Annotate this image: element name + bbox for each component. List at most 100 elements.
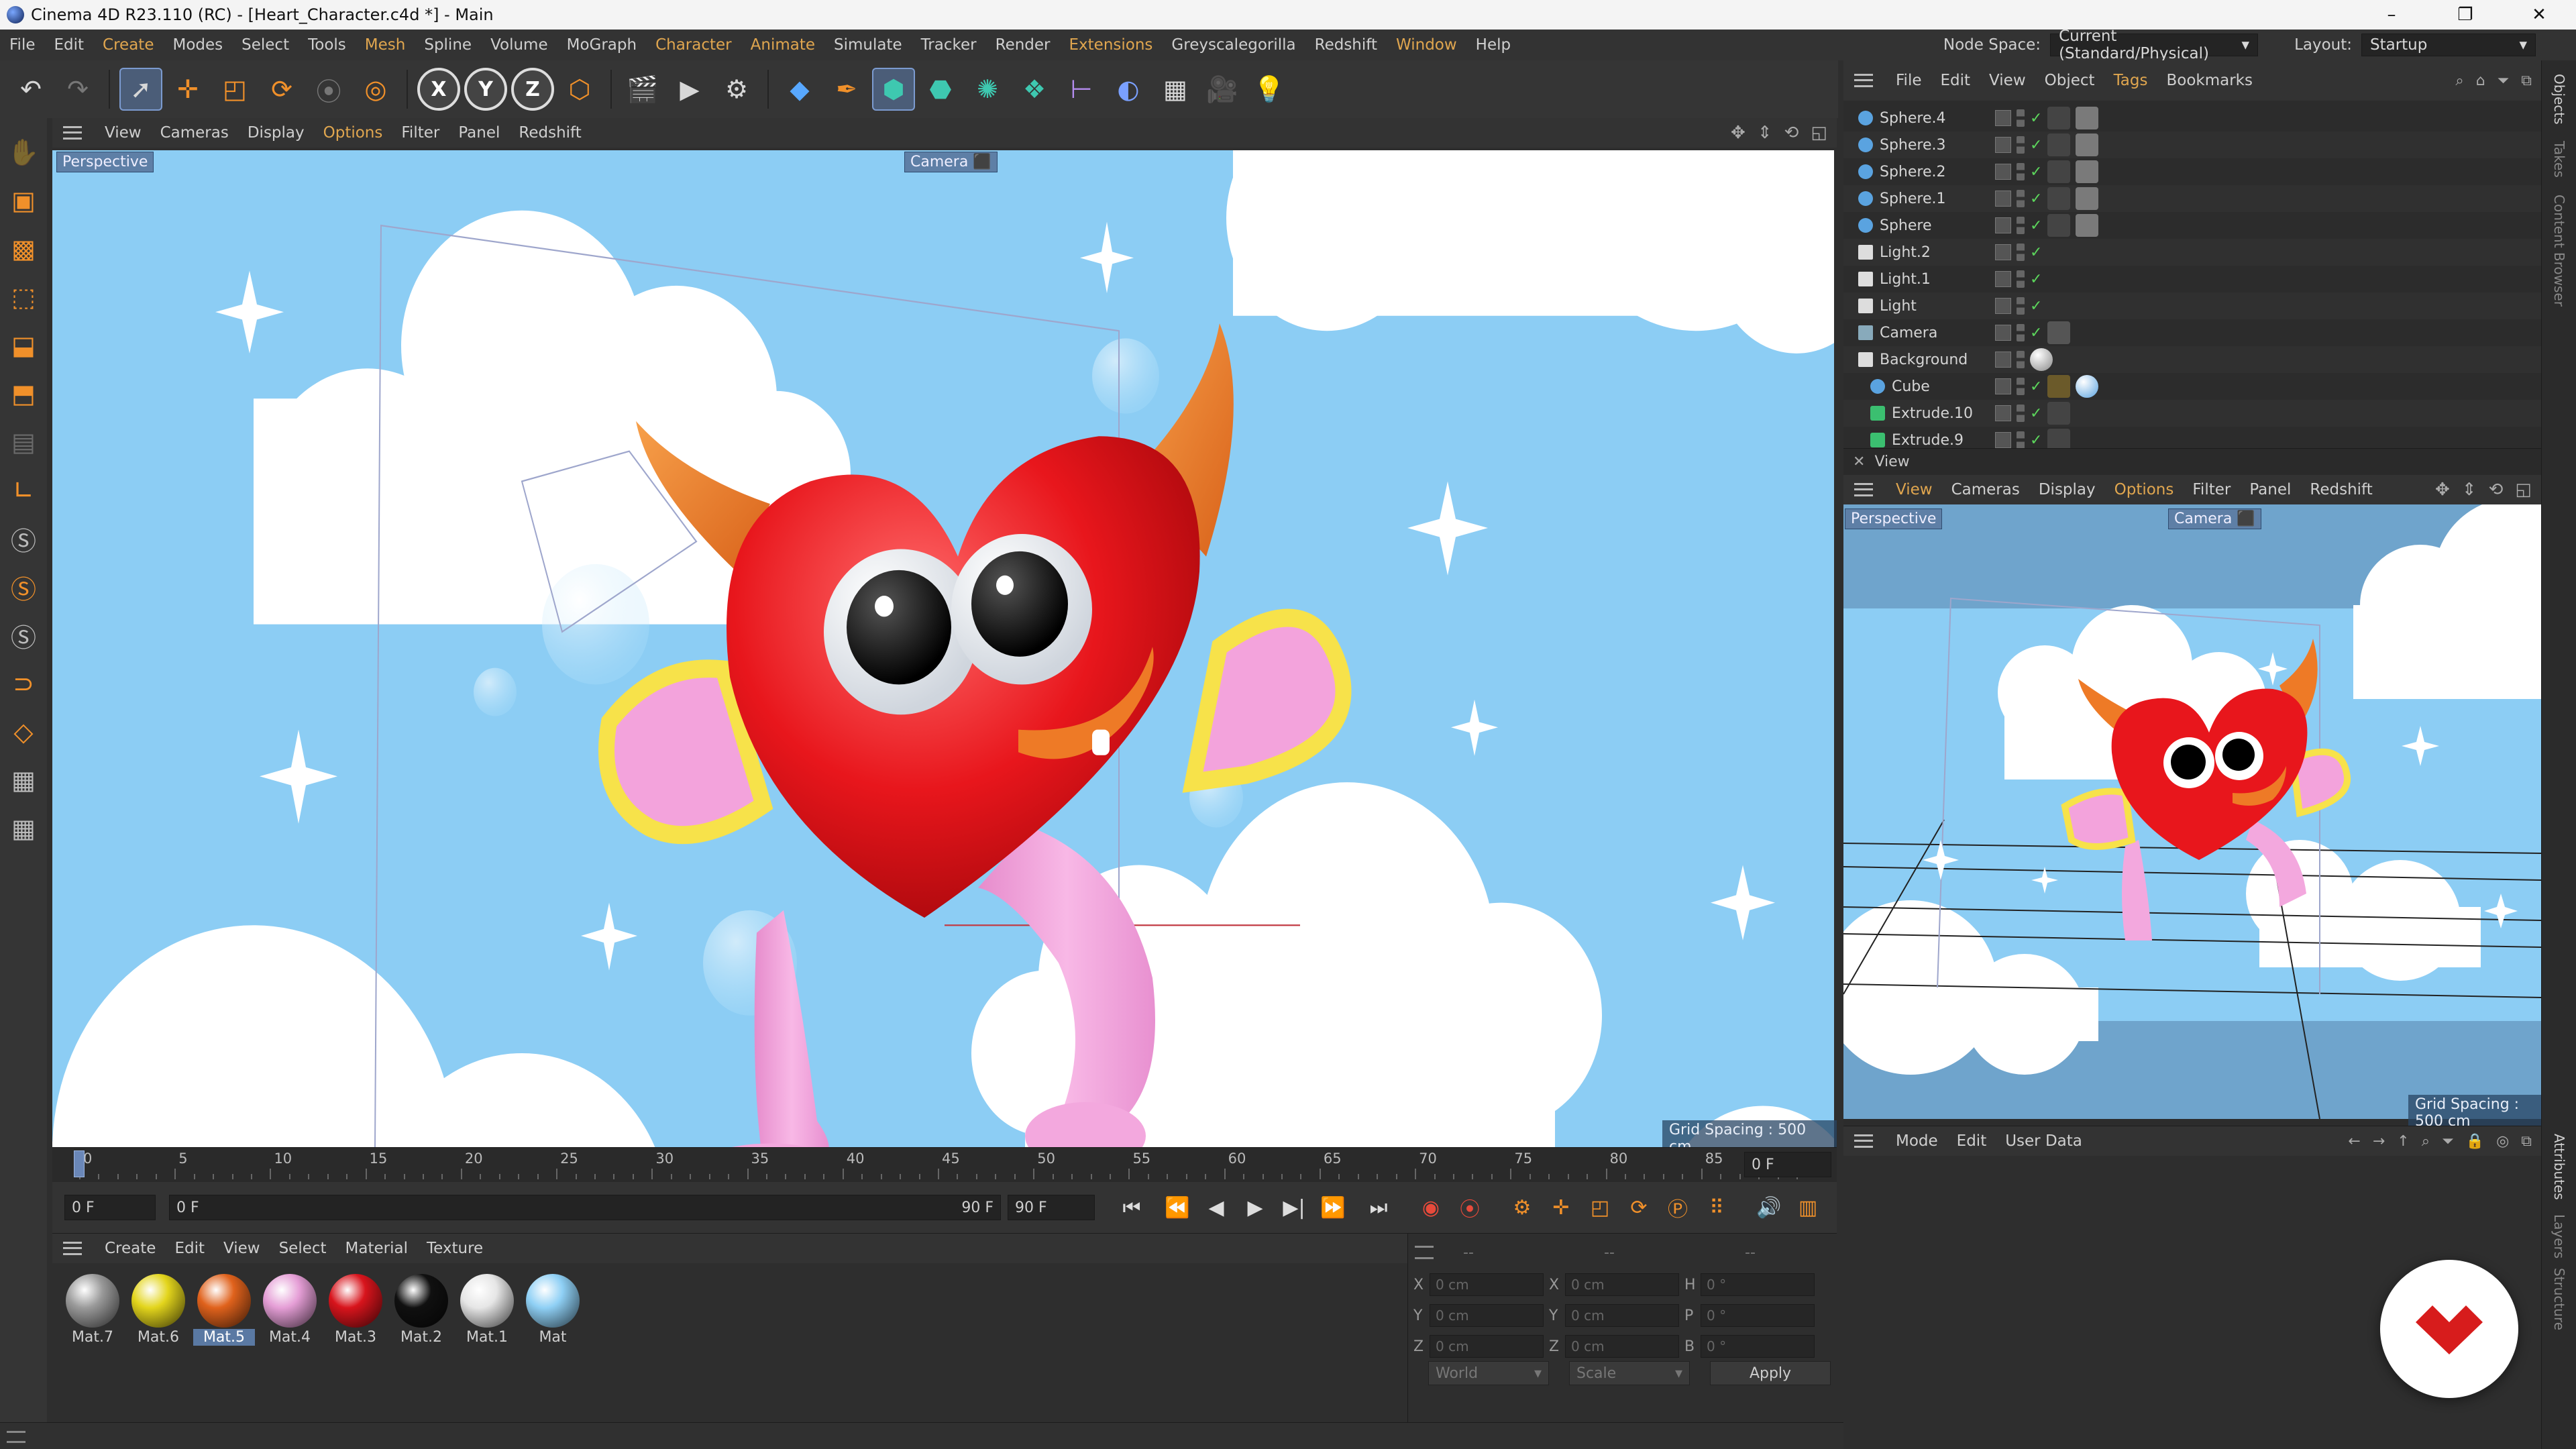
- pen-spline-icon[interactable]: ✒: [825, 68, 868, 111]
- menu-extensions[interactable]: Extensions: [1060, 36, 1163, 54]
- object-menu-edit[interactable]: Edit: [1931, 72, 1980, 89]
- material-mat-5[interactable]: Mat.5: [193, 1271, 255, 1346]
- visibility-dots-icon[interactable]: [2017, 109, 2025, 127]
- menu-tools[interactable]: Tools: [299, 36, 356, 54]
- layout-dropdown[interactable]: Startup ▾: [2361, 34, 2536, 56]
- attribute-menu-edit[interactable]: Edit: [1947, 1132, 1996, 1150]
- locked-workplane-icon[interactable]: ▦: [4, 759, 43, 801]
- search-icon[interactable]: ⌕: [2455, 72, 2463, 89]
- main-viewport[interactable]: View Cameras Display Options Filter Panel Reds…: [52, 118, 1837, 1264]
- viewport-menu-display[interactable]: Display: [238, 124, 314, 142]
- sound-icon[interactable]: 🔊: [1752, 1191, 1786, 1224]
- view-panel-menu-redshift[interactable]: Redshift: [2300, 481, 2381, 498]
- sky-environment-icon[interactable]: ◐: [1107, 68, 1150, 111]
- material-menu-select[interactable]: Select: [270, 1240, 336, 1257]
- menu-mograph[interactable]: MoGraph: [557, 36, 646, 54]
- render-settings-icon[interactable]: ⚙: [715, 68, 758, 111]
- tab-objects[interactable]: Objects: [2551, 74, 2567, 125]
- phong-tag-icon[interactable]: [2047, 402, 2071, 425]
- object-row-sphere-2[interactable]: Sphere.2 ✓: [1843, 158, 2541, 185]
- hamburger-icon[interactable]: [1854, 483, 1873, 496]
- material-tag-icon[interactable]: [2076, 133, 2099, 156]
- scale-key-icon[interactable]: ◰: [1583, 1191, 1617, 1224]
- enabled-check-icon[interactable]: ✓: [2030, 110, 2042, 127]
- uv-mode-icon[interactable]: ▤: [4, 421, 43, 463]
- object-row-sphere[interactable]: Sphere ✓: [1843, 212, 2541, 239]
- phong-tag-icon[interactable]: [2047, 133, 2071, 156]
- view-panel-menu-panel[interactable]: Panel: [2240, 481, 2300, 498]
- target-icon[interactable]: ◎: [2496, 1133, 2509, 1150]
- view-panel-menu-options[interactable]: Options: [2105, 481, 2184, 498]
- tab-content-browser[interactable]: Content Browser: [2551, 195, 2567, 307]
- object-row-cube[interactable]: Cube ✓: [1843, 373, 2541, 400]
- x-axis-lock-button[interactable]: X: [417, 68, 460, 111]
- tab-layers[interactable]: Layers: [2551, 1214, 2567, 1258]
- view-panel-menu-filter[interactable]: Filter: [2183, 481, 2240, 498]
- layer-edit-icon[interactable]: [1995, 352, 2011, 368]
- coordinate-system-icon[interactable]: ⬡: [558, 68, 601, 111]
- layer-edit-icon[interactable]: [1995, 405, 2011, 421]
- up-arrow-icon[interactable]: ↑: [2397, 1133, 2409, 1150]
- object-row-background[interactable]: Background: [1843, 346, 2541, 373]
- material-menu-edit[interactable]: Edit: [165, 1240, 214, 1257]
- scale-mode-dropdown[interactable]: Scale ▾: [1569, 1361, 1690, 1385]
- axis-mode-icon[interactable]: ∟: [4, 470, 43, 511]
- view-panel-menu-view[interactable]: View: [1886, 481, 1942, 498]
- object-row-light[interactable]: Light ✓: [1843, 292, 2541, 319]
- object-row-sphere-3[interactable]: Sphere.3 ✓: [1843, 131, 2541, 158]
- orbit-icon[interactable]: ⟲: [1784, 123, 1799, 143]
- layer-edit-icon[interactable]: [1995, 432, 2011, 448]
- layer-edit-icon[interactable]: [1995, 164, 2011, 180]
- autokey-icon[interactable]: ⦿: [1453, 1191, 1487, 1224]
- view-panel-camera-label[interactable]: Camera ⬛: [2168, 508, 2261, 529]
- visibility-dots-icon[interactable]: [2017, 270, 2025, 288]
- viewport-menu-view[interactable]: View: [95, 124, 151, 142]
- lock-icon[interactable]: 🔒: [2466, 1133, 2484, 1150]
- orbit-icon[interactable]: ⟲: [2489, 480, 2504, 500]
- menu-simulate[interactable]: Simulate: [824, 36, 912, 54]
- material-menu-create[interactable]: Create: [95, 1240, 165, 1257]
- dolly-icon[interactable]: ⇕: [2462, 480, 2477, 500]
- material-mat-2[interactable]: Mat.2: [390, 1271, 452, 1346]
- pan-icon[interactable]: ✥: [2435, 480, 2450, 500]
- apply-button[interactable]: Apply: [1710, 1361, 1831, 1385]
- size-field[interactable]: 0 cm: [1565, 1273, 1679, 1296]
- phong-tag-icon[interactable]: [2047, 160, 2071, 183]
- material-mat-3[interactable]: Mat.3: [325, 1271, 386, 1346]
- node-space-dropdown[interactable]: Current (Standard/Physical) ▾: [2050, 28, 2259, 62]
- next-frame-icon[interactable]: ▶|: [1277, 1191, 1311, 1224]
- menu-window[interactable]: Window: [1387, 36, 1466, 54]
- dolly-icon[interactable]: ⇕: [1758, 123, 1772, 143]
- layer-edit-icon[interactable]: [1995, 217, 2011, 233]
- magnet-tool-icon[interactable]: ⊃: [4, 663, 43, 704]
- menu-animate[interactable]: Animate: [741, 36, 824, 54]
- enabled-check-icon[interactable]: ✓: [2030, 271, 2042, 288]
- redo-icon[interactable]: ↷: [56, 68, 99, 111]
- filter-icon[interactable]: ⏷: [2498, 72, 2510, 89]
- viewport-camera-label[interactable]: Camera ⬛: [904, 152, 998, 172]
- live-selection-icon[interactable]: ◎: [354, 68, 397, 111]
- attribute-menu-user-data[interactable]: User Data: [1996, 1132, 2092, 1150]
- visibility-dots-icon[interactable]: [2017, 244, 2025, 261]
- forward-arrow-icon[interactable]: →: [2373, 1133, 2385, 1150]
- z-axis-lock-button[interactable]: Z: [511, 68, 554, 111]
- object-row-light-1[interactable]: Light.1 ✓: [1843, 266, 2541, 292]
- material-tag-icon[interactable]: [2076, 187, 2099, 210]
- render-to-picture-viewer-icon[interactable]: ▶: [668, 68, 711, 111]
- material-mat[interactable]: Mat: [522, 1271, 584, 1346]
- hamburger-icon[interactable]: [7, 1431, 25, 1443]
- timeline-ruler[interactable]: 0510152025303540455055606570758085900 F: [52, 1147, 1837, 1182]
- object-menu-view[interactable]: View: [1980, 72, 2035, 89]
- attribute-menu-mode[interactable]: Mode: [1886, 1132, 1947, 1150]
- model-mode-icon[interactable]: ▣: [4, 180, 43, 221]
- previous-key-icon[interactable]: ⏪: [1161, 1191, 1194, 1224]
- move-tool-icon[interactable]: ✛: [166, 68, 209, 111]
- visibility-dots-icon[interactable]: [2017, 405, 2025, 422]
- object-menu-file[interactable]: File: [1886, 72, 1931, 89]
- points-mode-icon[interactable]: ⬚: [4, 276, 43, 318]
- point-level-animation-icon[interactable]: ⠿: [1700, 1191, 1733, 1224]
- background-material-tag-icon[interactable]: [2030, 348, 2053, 371]
- visibility-dots-icon[interactable]: [2017, 163, 2025, 180]
- layer-edit-icon[interactable]: [1995, 137, 2011, 153]
- go-to-end-icon[interactable]: ⏭: [1362, 1191, 1395, 1224]
